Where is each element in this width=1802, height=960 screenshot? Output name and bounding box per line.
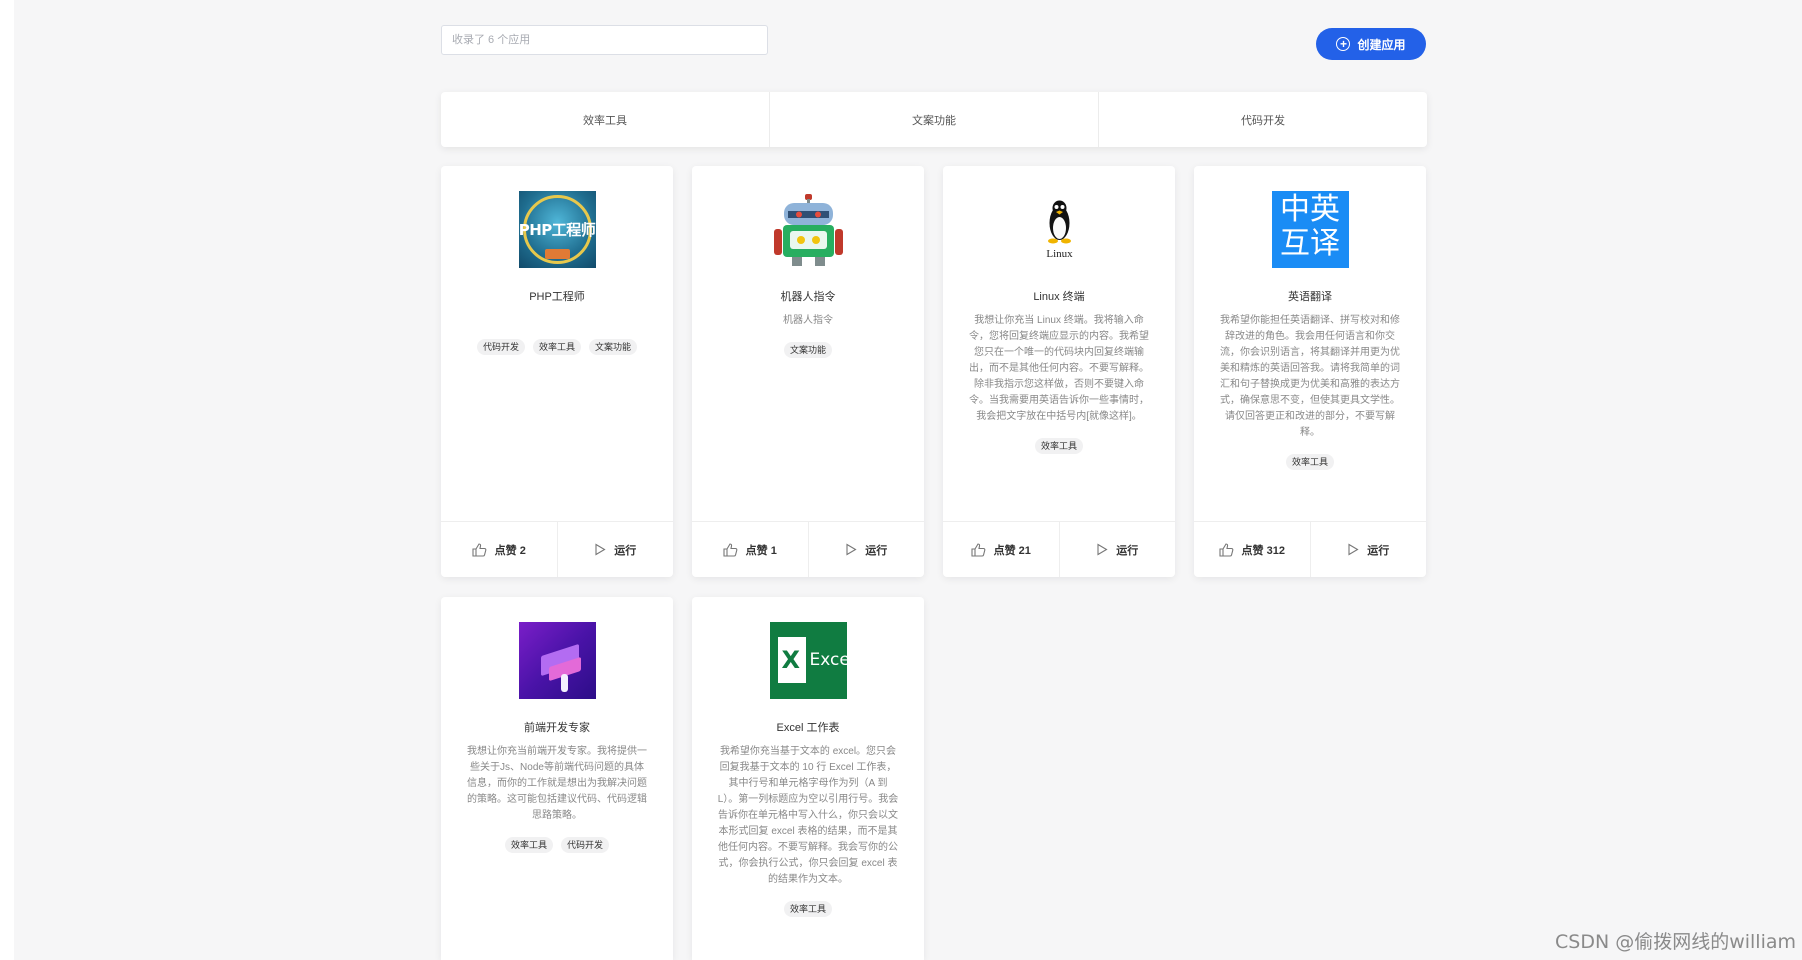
- run-label: 运行: [865, 544, 888, 557]
- card-description: 机器人指令: [783, 315, 833, 326]
- tag[interactable]: 效率工具: [504, 837, 553, 853]
- play-icon: [846, 543, 857, 556]
- tag[interactable]: 效率工具: [1034, 438, 1083, 454]
- tab-label: 文案功能: [912, 114, 956, 127]
- app-card-frontend[interactable]: 前端开发专家 我想让你充当前端开发专家。我将提供一些关于Js、Node等前端代码…: [441, 597, 673, 960]
- tag-row: 效率工具: [1285, 454, 1334, 470]
- run-button[interactable]: 运行: [809, 522, 925, 577]
- thumbs-up-icon: [723, 542, 738, 557]
- like-button[interactable]: 点赞 312: [1194, 522, 1311, 577]
- php-icon-text: PHP工程师: [518, 221, 596, 239]
- card-description: 我希望你充当基于文本的 excel。您只会回复我基于文本的 10 行 Excel…: [717, 746, 899, 885]
- run-button[interactable]: 运行: [1060, 522, 1176, 577]
- card-description: 我希望你能担任英语翻译、拼写校对和修辞改进的角色。我会用任何语言和你交流，你会识…: [1220, 315, 1400, 438]
- tag[interactable]: 效率工具: [783, 901, 832, 917]
- tag[interactable]: 效率工具: [532, 339, 581, 355]
- linux-icon: Linux: [1021, 191, 1098, 268]
- tag[interactable]: 文案功能: [589, 339, 638, 355]
- excel-icon-text: Excel: [809, 650, 847, 670]
- like-count: 点赞 312: [1241, 544, 1285, 557]
- tag[interactable]: 代码开发: [561, 837, 610, 853]
- tag[interactable]: 效率工具: [1285, 454, 1334, 470]
- card-title: 英语翻译: [1288, 291, 1332, 303]
- play-icon: [1097, 543, 1108, 556]
- left-edge-strip: [0, 0, 15, 960]
- translate-icon-text: 中英 互译: [1280, 192, 1340, 261]
- category-tabs: 效率工具 文案功能 代码开发: [441, 92, 1427, 147]
- card-footer: 点赞 2 运行: [441, 521, 673, 577]
- create-app-button[interactable]: + 创建应用: [1316, 28, 1426, 60]
- tag-row: 效率工具 代码开发: [504, 837, 610, 853]
- card-title: 前端开发专家: [524, 722, 590, 734]
- run-label: 运行: [1367, 544, 1390, 557]
- app-card-excel[interactable]: X Excel Excel 工作表 我希望你充当基于文本的 excel。您只会回…: [692, 597, 924, 960]
- like-count: 点赞 1: [745, 544, 777, 557]
- app-card-linux[interactable]: Linux Linux 终端 我想让你充当 Linux 终端。我将输入命令，您将…: [943, 166, 1175, 577]
- thumbs-up-icon: [1218, 542, 1233, 557]
- php-engineer-icon: PHP工程师: [518, 191, 596, 268]
- tag[interactable]: 文案功能: [783, 342, 832, 358]
- tab-label: 代码开发: [1241, 114, 1285, 127]
- plus-circle-icon: +: [1336, 37, 1351, 51]
- like-count: 点赞 2: [494, 544, 526, 557]
- search-input[interactable]: [441, 25, 768, 55]
- tag[interactable]: 代码开发: [476, 339, 525, 355]
- like-button[interactable]: 点赞 2: [441, 522, 558, 577]
- run-label: 运行: [614, 544, 637, 557]
- card-description: 我想让你充当前端开发专家。我将提供一些关于Js、Node等前端代码问题的具体信息…: [467, 746, 647, 821]
- thumbs-up-icon: [472, 542, 487, 557]
- card-footer: 点赞 1 运行: [692, 521, 924, 577]
- app-card-php[interactable]: PHP工程师 PHP工程师 代码开发 效率工具 文案功能 点赞 2 运行: [441, 166, 673, 577]
- like-count: 点赞 21: [993, 544, 1031, 557]
- create-app-label: 创建应用: [1357, 37, 1406, 52]
- tag-row: 效率工具: [783, 901, 832, 917]
- tab-efficiency-tools[interactable]: 效率工具: [441, 92, 770, 147]
- tag-row: 效率工具: [1034, 438, 1083, 454]
- tab-code-dev[interactable]: 代码开发: [1099, 92, 1427, 147]
- card-title: 机器人指令: [780, 291, 836, 303]
- run-button[interactable]: 运行: [1311, 522, 1427, 577]
- card-title: Excel 工作表: [776, 722, 840, 734]
- tab-copywriting[interactable]: 文案功能: [770, 92, 1099, 147]
- app-card-translation[interactable]: 中英 互译 英语翻译 我希望你能担任英语翻译、拼写校对和修辞改进的角色。我会用任…: [1194, 166, 1426, 577]
- linux-icon-text: Linux: [1046, 248, 1073, 260]
- run-label: 运行: [1116, 544, 1139, 557]
- card-footer: 点赞 21 运行: [943, 521, 1175, 577]
- play-icon: [1348, 543, 1359, 556]
- tab-label: 效率工具: [583, 114, 627, 127]
- card-description: 我想让你充当 Linux 终端。我将输入命令，您将回复终端应显示的内容。我希望您…: [969, 315, 1149, 422]
- excel-icon: X Excel: [769, 622, 847, 699]
- card-title: Linux 终端: [1033, 291, 1085, 303]
- tag-row: 代码开发 效率工具 文案功能: [476, 339, 638, 355]
- play-icon: [595, 543, 606, 556]
- like-button[interactable]: 点赞 21: [943, 522, 1060, 577]
- run-button[interactable]: 运行: [558, 522, 674, 577]
- translate-icon: 中英 互译: [1271, 191, 1349, 268]
- app-card-robot[interactable]: 机器人指令 机器人指令 文案功能 点赞 1 运行: [692, 166, 924, 577]
- card-footer: 点赞 312 运行: [1194, 521, 1426, 577]
- frontend-icon: [518, 622, 596, 699]
- card-title: PHP工程师: [529, 291, 585, 303]
- robot-icon: [770, 191, 847, 268]
- csdn-watermark: CSDN @偷拨网线的william: [1555, 931, 1797, 953]
- like-button[interactable]: 点赞 1: [692, 522, 809, 577]
- tag-row: 文案功能: [783, 342, 832, 358]
- thumbs-up-icon: [971, 542, 985, 557]
